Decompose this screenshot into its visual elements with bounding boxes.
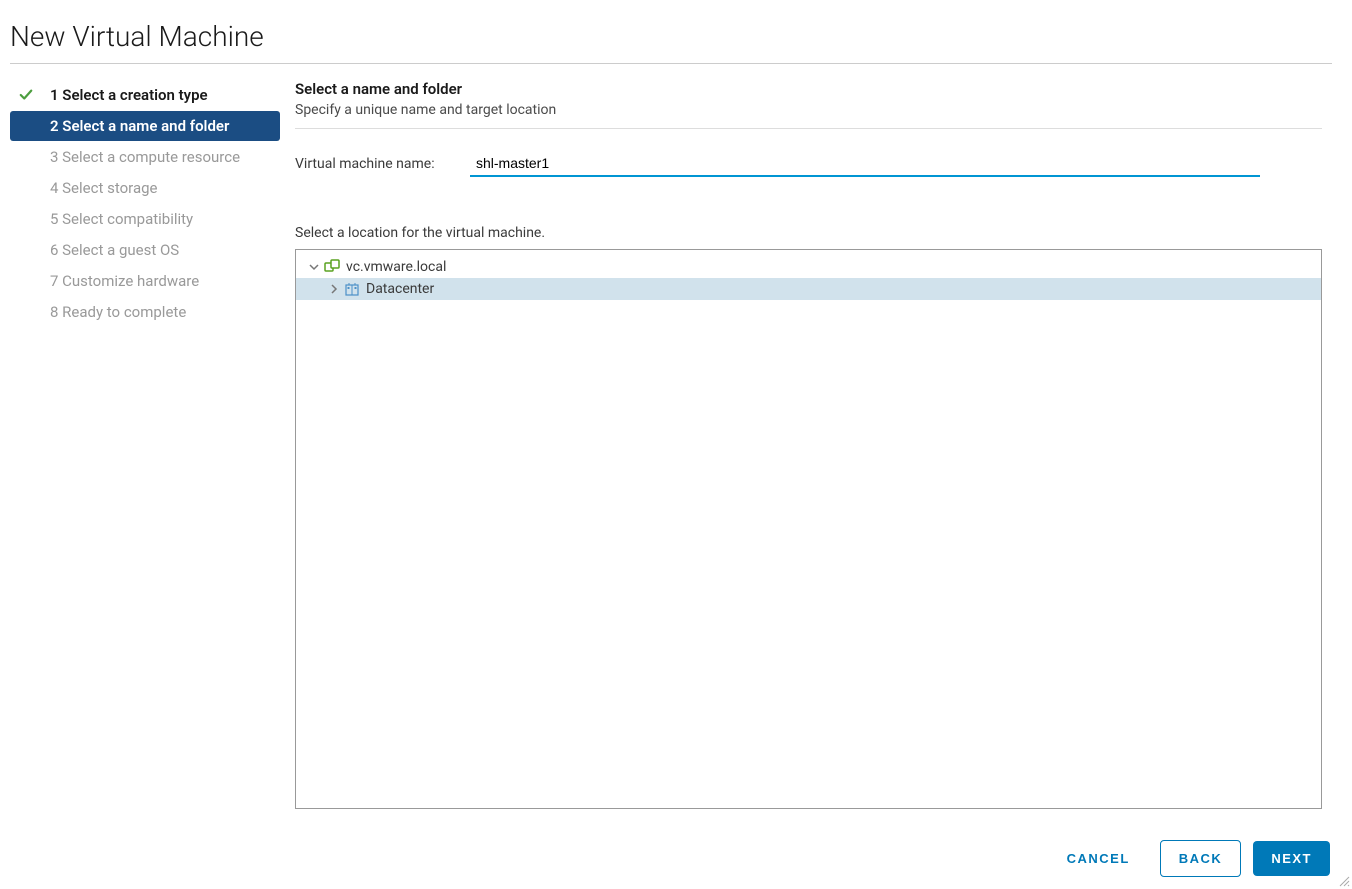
step-label: 2 Select a name and folder [36, 117, 229, 135]
wizard-nav: 1 Select a creation type 2 Select a name… [10, 74, 280, 809]
step-label: 5 Select compatibility [36, 210, 193, 228]
location-label: Select a location for the virtual machin… [295, 225, 1322, 241]
tree-node-vcenter[interactable]: vc.vmware.local [296, 256, 1321, 278]
datacenter-icon [342, 281, 362, 297]
step-label: 1 Select a creation type [36, 86, 208, 104]
location-tree[interactable]: vc.vmware.local [295, 249, 1322, 809]
vm-name-input[interactable] [470, 151, 1260, 177]
dialog-title: New Virtual Machine [10, 10, 1332, 64]
tree-node-datacenter[interactable]: Datacenter [296, 278, 1321, 300]
step-label: 6 Select a guest OS [36, 241, 179, 259]
wizard-step-guest-os[interactable]: 6 Select a guest OS [10, 235, 280, 265]
panel-heading: Select a name and folder [295, 80, 1322, 98]
step-label: 3 Select a compute resource [36, 148, 240, 166]
tree-node-label: Datacenter [366, 281, 434, 297]
cancel-button[interactable]: Cancel [1049, 841, 1148, 876]
wizard-step-compatibility[interactable]: 5 Select compatibility [10, 204, 280, 234]
wizard-step-compute-resource[interactable]: 3 Select a compute resource [10, 142, 280, 172]
vm-name-label: Virtual machine name: [295, 156, 470, 172]
chevron-down-icon[interactable] [306, 261, 322, 273]
tree-node-label: vc.vmware.local [346, 259, 446, 275]
vcenter-icon [322, 259, 342, 275]
wizard-step-ready[interactable]: 8 Ready to complete [10, 297, 280, 327]
resize-handle-icon[interactable] [1338, 875, 1350, 887]
next-button[interactable]: Next [1253, 841, 1330, 876]
wizard-step-name-folder[interactable]: 2 Select a name and folder [10, 111, 280, 141]
back-button[interactable]: Back [1160, 840, 1242, 877]
step-label: 4 Select storage [36, 179, 157, 197]
main-panel: Select a name and folder Specify a uniqu… [280, 74, 1332, 809]
wizard-step-customize-hardware[interactable]: 7 Customize hardware [10, 266, 280, 296]
panel-subheading: Specify a unique name and target locatio… [295, 102, 1322, 129]
wizard-step-creation-type[interactable]: 1 Select a creation type [10, 80, 280, 110]
check-icon [16, 88, 36, 102]
step-label: 7 Customize hardware [36, 272, 199, 290]
step-label: 8 Ready to complete [36, 303, 186, 321]
dialog-footer: Cancel Back Next [1049, 840, 1330, 877]
chevron-right-icon[interactable] [326, 283, 342, 295]
wizard-step-storage[interactable]: 4 Select storage [10, 173, 280, 203]
